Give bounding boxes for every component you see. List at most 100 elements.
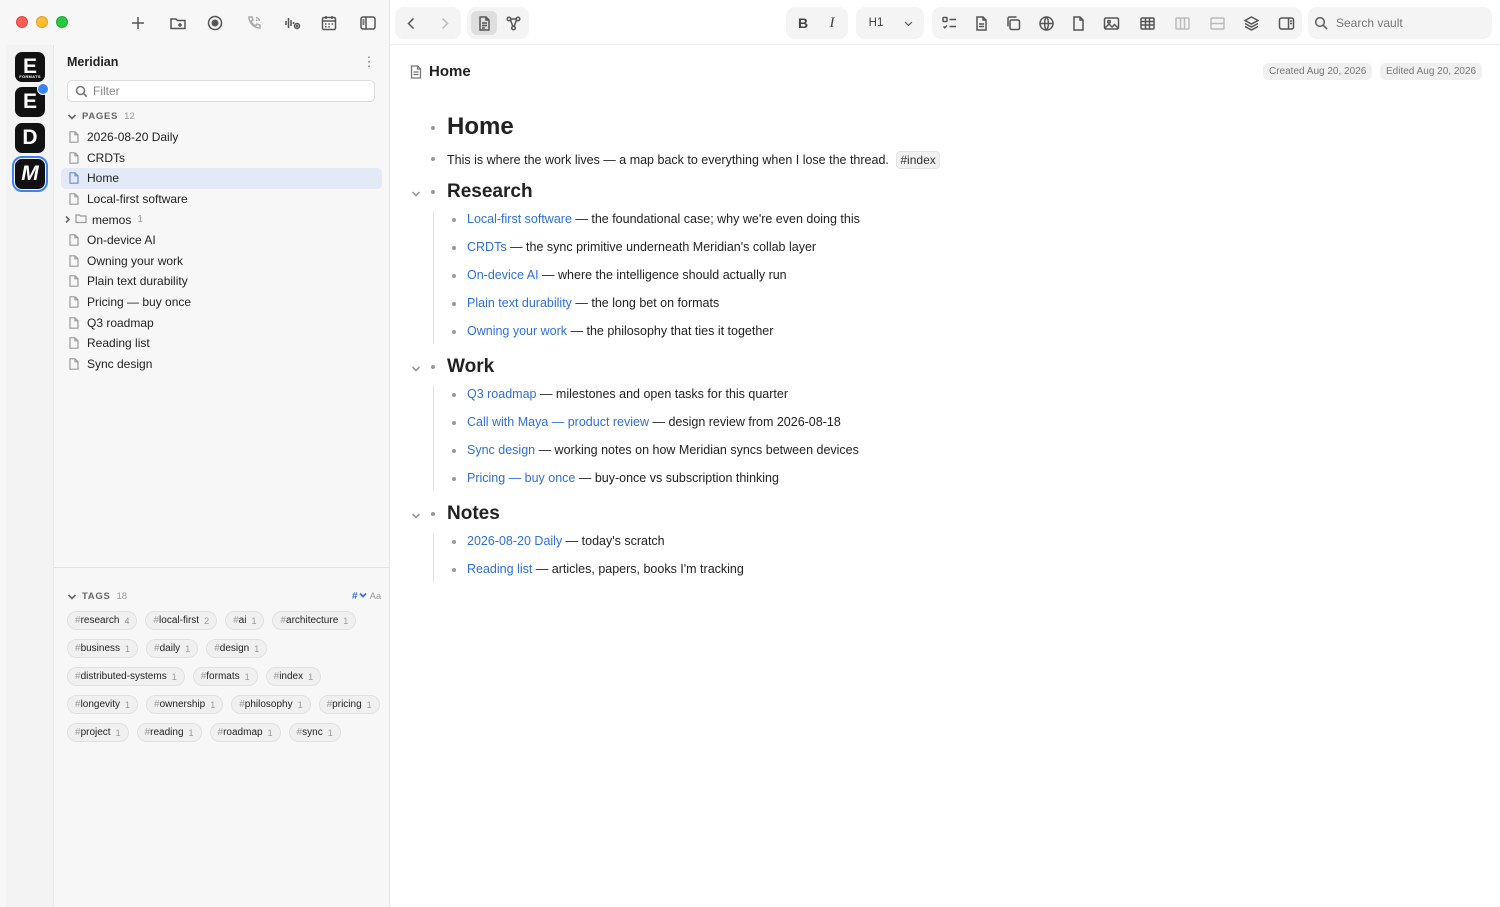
close-window-button[interactable] — [16, 16, 28, 28]
tag-chip[interactable]: # sync 1 — [288, 723, 341, 742]
page-item[interactable]: Q3 roadmap — [61, 312, 382, 333]
page-link[interactable]: Pricing — buy once — [467, 471, 575, 485]
list-item[interactable]: 2026-08-20 Daily — today's scratch — [467, 534, 665, 548]
page-link[interactable]: 2026-08-20 Daily — [467, 534, 562, 548]
list-item[interactable]: Owning your work — the philosophy that t… — [467, 324, 773, 338]
alpha-sort-toggle[interactable]: Aa — [370, 591, 382, 602]
tag-chip[interactable]: # business 1 — [67, 639, 139, 658]
list-item[interactable]: Reading list — articles, papers, books I… — [467, 562, 744, 576]
bullet[interactable] — [452, 218, 456, 222]
page-item[interactable]: CRDTs — [61, 148, 382, 169]
list-item[interactable]: CRDTs — the sync primitive underneath Me… — [467, 240, 816, 254]
page-item[interactable]: Pricing — buy once — [61, 292, 382, 313]
bullet[interactable] — [452, 246, 456, 250]
tag-chip[interactable]: # ownership 1 — [146, 695, 224, 714]
bullet[interactable] — [431, 157, 435, 161]
more-options-icon[interactable]: ⋮ — [362, 54, 376, 70]
folder-item[interactable]: memos 1 — [61, 209, 382, 230]
bullet[interactable] — [431, 365, 435, 369]
page-link[interactable]: Call with Maya — product review — [467, 415, 649, 429]
document-content[interactable]: Home This is where the work lives — a ma… — [390, 0, 1500, 907]
bullet[interactable] — [431, 512, 435, 516]
list-item[interactable]: Plain text durability — the long bet on … — [467, 296, 719, 310]
list-item[interactable]: Sync design — working notes on how Merid… — [467, 443, 859, 457]
record-icon[interactable] — [204, 12, 226, 34]
bullet[interactable] — [431, 190, 435, 194]
phone-icon[interactable] — [243, 12, 265, 34]
bullet[interactable] — [452, 330, 456, 334]
tag-chip[interactable]: # daily 1 — [146, 639, 199, 658]
sidebar-toggle-icon[interactable] — [357, 12, 379, 34]
bullet[interactable] — [452, 477, 456, 481]
bullet[interactable] — [452, 449, 456, 453]
plus-icon[interactable] — [127, 12, 149, 34]
bullet[interactable] — [452, 540, 456, 544]
calendar-icon[interactable] — [318, 12, 340, 34]
page-link[interactable]: Local-first software — [467, 212, 572, 226]
zoom-window-button[interactable] — [56, 16, 68, 28]
tag-chip[interactable]: # ai 1 — [225, 611, 265, 630]
section-heading[interactable]: Work — [447, 356, 494, 378]
page-item[interactable]: Plain text durability — [61, 271, 382, 292]
tag-chip[interactable]: # formats 1 — [192, 667, 258, 686]
workspace-m-meridian[interactable]: M — [12, 156, 48, 192]
tag-chip[interactable]: # longevity 1 — [67, 695, 139, 714]
tag-chip[interactable]: # pricing 1 — [318, 695, 380, 714]
bullet[interactable] — [452, 568, 456, 572]
page-link[interactable]: Q3 roadmap — [467, 387, 536, 401]
workspace-e-shared[interactable]: E — [15, 83, 49, 117]
page-item[interactable]: 2026-08-20 Daily — [61, 127, 382, 148]
collapse-toggle-icon[interactable] — [411, 361, 421, 372]
tag-chip[interactable]: # index 1 — [265, 667, 322, 686]
pages-section-header[interactable]: PAGES 12 — [67, 111, 135, 122]
list-item[interactable]: Call with Maya — product review — design… — [467, 415, 841, 429]
tag-sort-controls[interactable]: # Aa — [352, 591, 381, 602]
page-link[interactable]: Plain text durability — [467, 296, 572, 310]
tag-chip[interactable]: # project 1 — [67, 723, 129, 742]
page-link[interactable]: Owning your work — [467, 324, 567, 338]
list-item[interactable]: On-device AI — where the intelligence sh… — [467, 268, 787, 282]
workspace-d[interactable]: D — [15, 123, 45, 153]
document-heading[interactable]: Home — [447, 113, 514, 141]
tag-chip[interactable]: # distributed-systems 1 — [67, 667, 185, 686]
list-item[interactable]: Q3 roadmap — milestones and open tasks f… — [467, 387, 788, 401]
page-item[interactable]: On-device AI — [61, 230, 382, 251]
page-link[interactable]: Reading list — [467, 562, 532, 576]
bullet[interactable] — [452, 274, 456, 278]
tag-chip[interactable]: # reading 1 — [136, 723, 202, 742]
tag-chip[interactable]: # design 1 — [206, 639, 268, 658]
page-link[interactable]: CRDTs — [467, 240, 507, 254]
folder-plus-icon[interactable] — [167, 12, 189, 34]
collapse-toggle-icon[interactable] — [411, 186, 421, 197]
bullet[interactable] — [452, 302, 456, 306]
list-item[interactable]: Local-first software — the foundational … — [467, 212, 860, 226]
waveform-icon[interactable] — [281, 12, 303, 34]
index-tag[interactable]: #index — [896, 151, 940, 169]
filter-input[interactable] — [93, 84, 353, 98]
section-heading[interactable]: Research — [447, 181, 533, 203]
tag-chip[interactable]: # architecture 1 — [272, 611, 357, 630]
tags-section-header[interactable]: TAGS 18 — [67, 591, 127, 602]
intro-line[interactable]: This is where the work lives — a map bac… — [447, 151, 940, 169]
page-item[interactable]: Home — [61, 168, 382, 189]
tag-chip[interactable]: # philosophy 1 — [231, 695, 311, 714]
page-link[interactable]: Sync design — [467, 443, 535, 457]
page-link[interactable]: On-device AI — [467, 268, 539, 282]
tag-chip[interactable]: # local-first 2 — [145, 611, 218, 630]
chevron-right-icon[interactable] — [63, 213, 73, 227]
section-heading[interactable]: Notes — [447, 503, 500, 525]
bullet[interactable] — [452, 421, 456, 425]
chevron-down-icon[interactable] — [358, 591, 370, 602]
workspace-e-formats[interactable]: E FORMATS — [15, 52, 45, 82]
bullet[interactable] — [431, 126, 435, 130]
collapse-toggle-icon[interactable] — [411, 508, 421, 519]
minimize-window-button[interactable] — [36, 16, 48, 28]
tag-chip[interactable]: # roadmap 1 — [209, 723, 281, 742]
page-item[interactable]: Local-first software — [61, 189, 382, 210]
tag-chip[interactable]: # research 4 — [67, 611, 138, 630]
list-item[interactable]: Pricing — buy once — buy-once vs subscri… — [467, 471, 779, 485]
page-item[interactable]: Owning your work — [61, 251, 382, 272]
bullet[interactable] — [452, 393, 456, 397]
page-item[interactable]: Reading list — [61, 333, 382, 354]
page-item[interactable]: Sync design — [61, 354, 382, 375]
